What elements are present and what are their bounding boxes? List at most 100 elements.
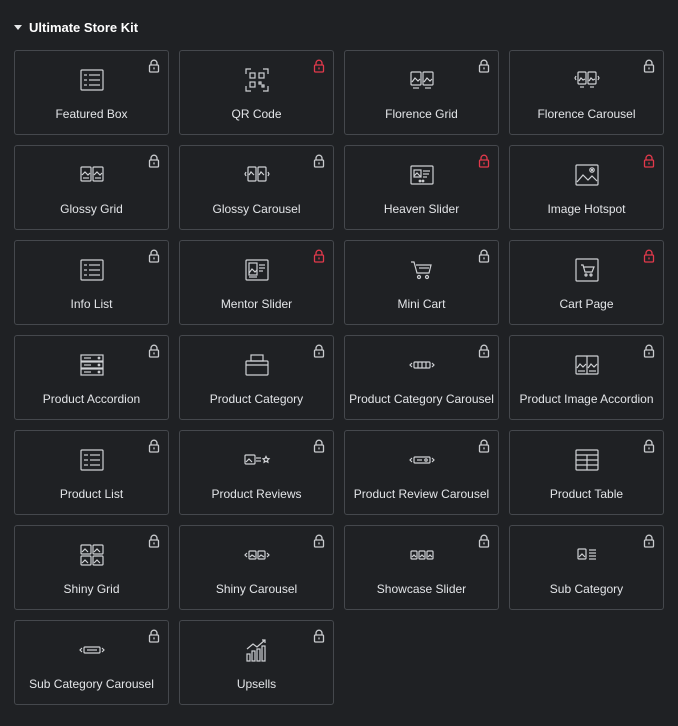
lock-icon	[313, 534, 325, 548]
product-category-icon	[242, 350, 272, 380]
widget-label: Product Category Carousel	[349, 392, 494, 406]
lock-icon	[643, 59, 655, 73]
widget-label: Sub Category Carousel	[29, 677, 154, 691]
product-reviews-icon	[242, 445, 272, 475]
glossy-carousel-icon	[242, 160, 272, 190]
product-review-carousel-icon	[407, 445, 437, 475]
widget-label: Product List	[59, 487, 124, 501]
product-list-icon	[77, 445, 107, 475]
widget-card-shiny-grid[interactable]: Shiny Grid	[14, 525, 169, 610]
info-list-icon	[77, 255, 107, 285]
widget-label: Product Category	[209, 392, 304, 406]
widget-card-qr-code[interactable]: QR Code	[179, 50, 334, 135]
florence-carousel-icon	[572, 65, 602, 95]
lock-icon	[313, 154, 325, 168]
lock-icon	[478, 249, 490, 263]
widget-grid: Featured Box QR Code Florence Grid Florence…	[14, 50, 664, 705]
widget-card-product-review-carousel[interactable]: Product Review Carousel	[344, 430, 499, 515]
widget-card-sub-category-carousel[interactable]: Sub Category Carousel	[14, 620, 169, 705]
lock-icon	[148, 249, 160, 263]
widget-card-showcase-slider[interactable]: Showcase Slider	[344, 525, 499, 610]
widget-card-product-table[interactable]: Product Table	[509, 430, 664, 515]
product-accordion-icon	[77, 350, 107, 380]
glossy-grid-icon	[77, 160, 107, 190]
widget-card-mentor-slider[interactable]: Mentor Slider	[179, 240, 334, 325]
widget-card-product-category[interactable]: Product Category	[179, 335, 334, 420]
widget-card-sub-category[interactable]: Sub Category	[509, 525, 664, 610]
widget-card-featured-box[interactable]: Featured Box	[14, 50, 169, 135]
widget-card-product-list[interactable]: Product List	[14, 430, 169, 515]
widget-card-cart-page[interactable]: Cart Page	[509, 240, 664, 325]
lock-icon	[643, 154, 655, 168]
widget-label: Featured Box	[55, 107, 128, 121]
showcase-slider-icon	[407, 540, 437, 570]
mini-cart-icon	[407, 255, 437, 285]
shiny-carousel-icon	[242, 540, 272, 570]
lock-icon	[148, 439, 160, 453]
product-category-carousel-icon	[407, 350, 437, 380]
product-image-accordion-icon	[572, 350, 602, 380]
widget-label: Product Image Accordion	[519, 392, 654, 406]
caret-down-icon	[14, 24, 22, 30]
widget-card-shiny-carousel[interactable]: Shiny Carousel	[179, 525, 334, 610]
widget-panel: Ultimate Store Kit Featured Box QR Code Fl…	[0, 0, 678, 726]
lock-icon	[478, 59, 490, 73]
widget-label: Sub Category	[549, 582, 624, 596]
widget-label: QR Code	[231, 107, 282, 121]
lock-icon	[148, 344, 160, 358]
widget-label: Product Review Carousel	[353, 487, 490, 501]
widget-card-product-category-carousel[interactable]: Product Category Carousel	[344, 335, 499, 420]
widget-label: Glossy Carousel	[212, 202, 301, 216]
florence-grid-icon	[407, 65, 437, 95]
widget-label: Cart Page	[559, 297, 614, 311]
lock-icon	[313, 249, 325, 263]
widget-label: Shiny Carousel	[215, 582, 298, 596]
section-title: Ultimate Store Kit	[29, 19, 139, 35]
widget-card-florence-grid[interactable]: Florence Grid	[344, 50, 499, 135]
widget-card-glossy-grid[interactable]: Glossy Grid	[14, 145, 169, 230]
widget-label: Upsells	[236, 677, 277, 691]
widget-label: Showcase Slider	[376, 582, 467, 596]
sub-category-icon	[572, 540, 602, 570]
widget-card-upsells[interactable]: Upsells	[179, 620, 334, 705]
lock-icon	[148, 59, 160, 73]
widget-label: Info List	[70, 297, 113, 311]
widget-label: Florence Grid	[385, 107, 458, 121]
widget-label: Heaven Slider	[383, 202, 460, 216]
product-table-icon	[572, 445, 602, 475]
lock-icon	[478, 154, 490, 168]
featured-box-icon	[77, 65, 107, 95]
lock-icon	[313, 344, 325, 358]
mentor-slider-icon	[242, 255, 272, 285]
lock-icon	[478, 534, 490, 548]
widget-card-info-list[interactable]: Info List	[14, 240, 169, 325]
widget-label: Glossy Grid	[60, 202, 123, 216]
lock-icon	[643, 534, 655, 548]
qr-code-icon	[242, 65, 272, 95]
image-hotspot-icon	[572, 160, 602, 190]
widget-card-glossy-carousel[interactable]: Glossy Carousel	[179, 145, 334, 230]
widget-label: Mentor Slider	[220, 297, 293, 311]
shiny-grid-icon	[77, 540, 107, 570]
widget-card-product-reviews[interactable]: Product Reviews	[179, 430, 334, 515]
widget-card-heaven-slider[interactable]: Heaven Slider	[344, 145, 499, 230]
lock-icon	[478, 344, 490, 358]
widget-card-product-image-accordion[interactable]: Product Image Accordion	[509, 335, 664, 420]
widget-card-mini-cart[interactable]: Mini Cart	[344, 240, 499, 325]
section-toggle[interactable]: Ultimate Store Kit	[14, 17, 138, 37]
lock-icon	[643, 344, 655, 358]
upsells-icon	[242, 635, 272, 665]
cart-page-icon	[572, 255, 602, 285]
widget-label: Florence Carousel	[537, 107, 636, 121]
widget-card-florence-carousel[interactable]: Florence Carousel	[509, 50, 664, 135]
widget-label: Image Hotspot	[547, 202, 626, 216]
widget-label: Product Accordion	[42, 392, 141, 406]
lock-icon	[313, 439, 325, 453]
lock-icon	[643, 249, 655, 263]
widget-card-image-hotspot[interactable]: Image Hotspot	[509, 145, 664, 230]
widget-card-product-accordion[interactable]: Product Accordion	[14, 335, 169, 420]
widget-label: Shiny Grid	[63, 582, 120, 596]
widget-label: Product Reviews	[211, 487, 302, 501]
widget-label: Mini Cart	[397, 297, 446, 311]
sub-category-carousel-icon	[77, 635, 107, 665]
